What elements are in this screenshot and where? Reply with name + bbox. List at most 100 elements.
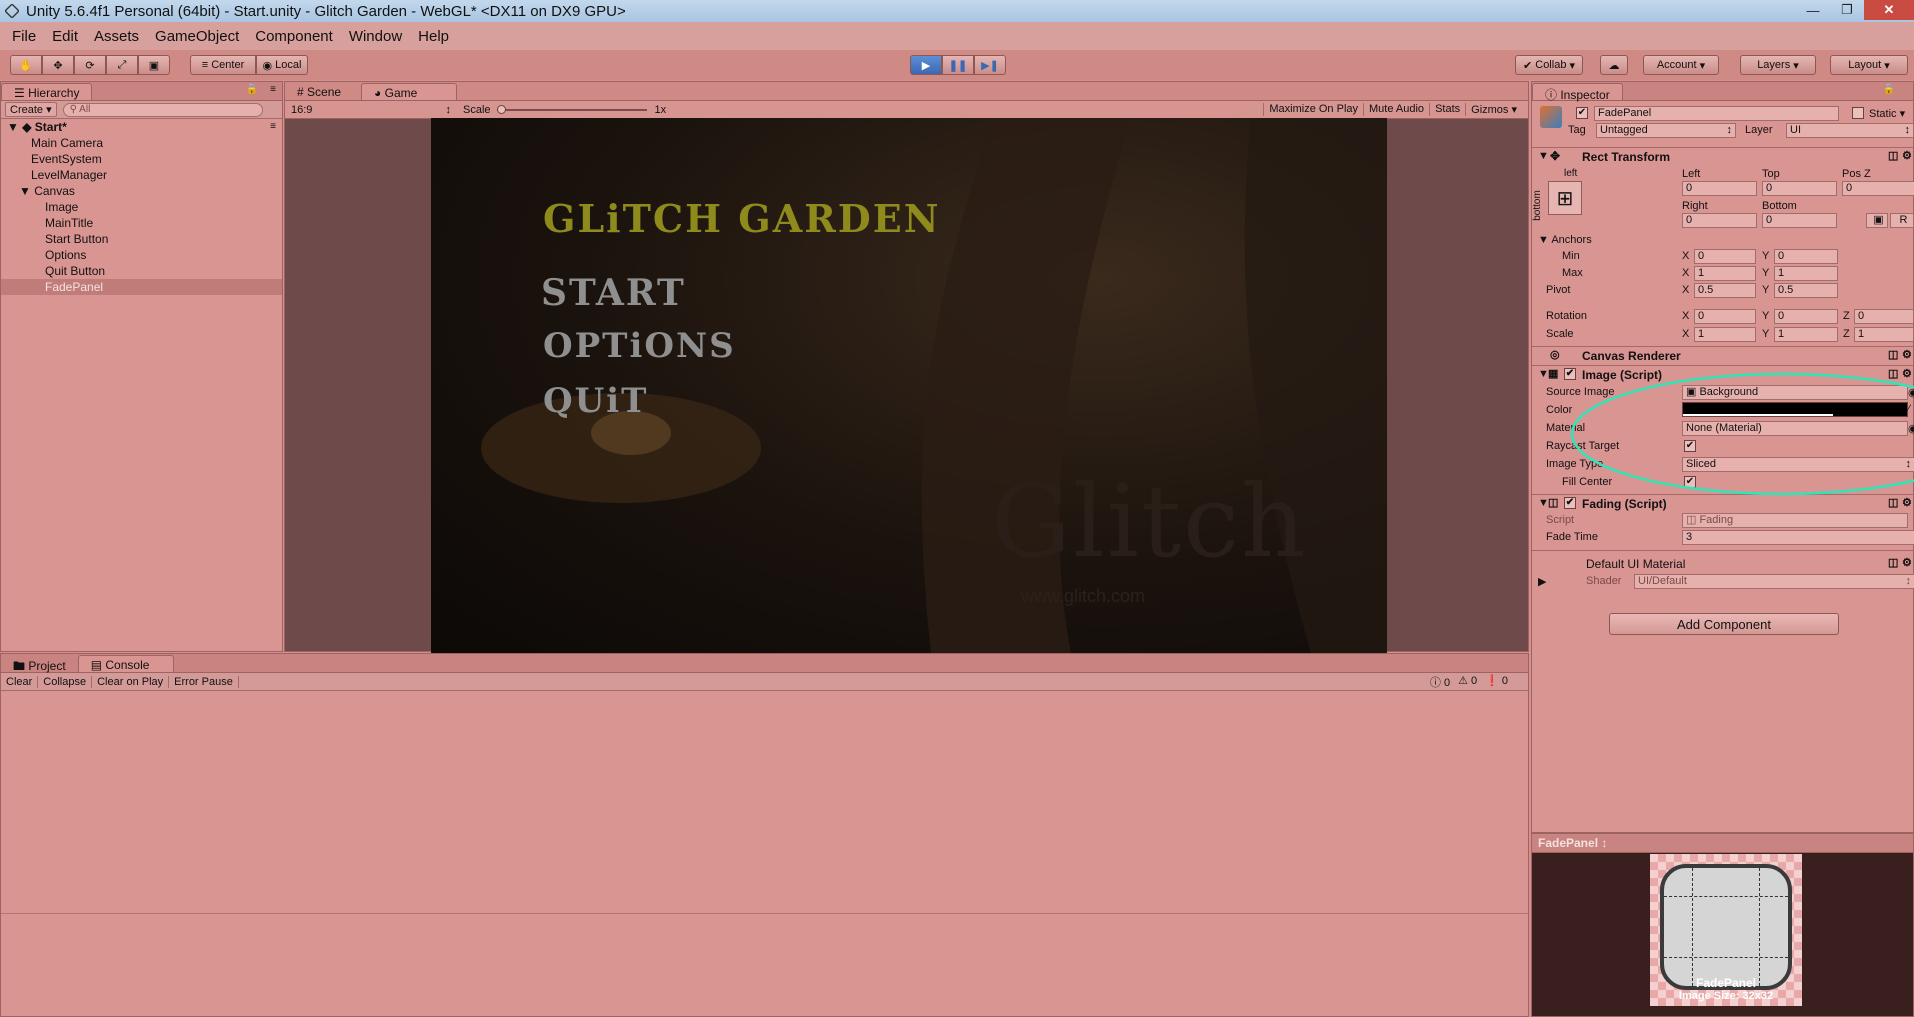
menu-assets[interactable]: Assets	[94, 28, 139, 45]
scene-menu-icon[interactable]: ≡	[270, 119, 276, 135]
layout-dropdown[interactable]: Layout ▾	[1830, 55, 1908, 75]
aspect-dropdown[interactable]: 16:9 ↕	[291, 104, 451, 116]
rotation-x-field[interactable]: 0	[1694, 309, 1756, 324]
scale-slider-thumb[interactable]	[496, 104, 506, 114]
collapse-toggle[interactable]: Collapse	[38, 675, 93, 688]
menu-gameobject[interactable]: GameObject	[155, 28, 239, 45]
blueprint-mode-icon[interactable]: ▣	[1866, 213, 1888, 228]
gameobject-name-field[interactable]: FadePanel	[1594, 106, 1839, 121]
hierarchy-item-eventsystem[interactable]: EventSystem	[1, 151, 282, 167]
info-count-toggle[interactable]: ⓘ 0	[1430, 674, 1450, 690]
scale-y-field[interactable]: 1	[1774, 327, 1838, 342]
add-component-button[interactable]: Add Component	[1609, 613, 1839, 635]
error-count-toggle[interactable]: ❗ 0	[1485, 674, 1508, 690]
tab-scene[interactable]: # Scene	[285, 83, 353, 100]
anchor-max-y-field[interactable]: 1	[1774, 266, 1838, 281]
play-icon[interactable]: ▶	[910, 55, 942, 75]
canvas-renderer-help-icon[interactable]: ◫	[1888, 348, 1898, 361]
right-field[interactable]: 0	[1682, 213, 1757, 228]
preview-title[interactable]: FadePanel ↕	[1532, 834, 1613, 852]
scale-x-field[interactable]: 1	[1694, 327, 1756, 342]
hierarchy-item-start-button[interactable]: Start Button	[1, 231, 282, 247]
pivot-center-button[interactable]: ≡ Center	[190, 55, 256, 75]
rotation-z-field[interactable]: 0	[1854, 309, 1914, 324]
left-field[interactable]: 0	[1682, 181, 1757, 196]
tag-dropdown[interactable]: Untagged ↕	[1596, 123, 1736, 138]
scene-root[interactable]: ▼ ◆ Start* ≡	[1, 119, 282, 135]
rotate-tool-icon[interactable]: ⟳	[74, 55, 106, 75]
top-field[interactable]: 0	[1762, 181, 1837, 196]
gameobject-active-checkbox[interactable]: ✔	[1576, 107, 1588, 119]
move-tool-icon[interactable]: ✥	[42, 55, 74, 75]
lock-icon[interactable]: 🔒	[246, 84, 258, 95]
tab-hierarchy[interactable]: ☰ Hierarchy	[1, 83, 93, 100]
maximize-on-play-toggle[interactable]: Maximize On Play	[1263, 103, 1363, 116]
minimize-icon[interactable]: —	[1796, 0, 1830, 20]
layer-dropdown[interactable]: UI ↕	[1786, 123, 1914, 138]
hierarchy-item-options[interactable]: Options	[1, 247, 282, 263]
collab-button[interactable]: ✔ Collab ▾	[1515, 55, 1583, 75]
tab-project[interactable]: 🖿 Project	[1, 655, 78, 673]
menu-component[interactable]: Component	[255, 28, 333, 45]
hierarchy-item-maintitle[interactable]: MainTitle	[1, 215, 282, 231]
mute-audio-toggle[interactable]: Mute Audio	[1363, 103, 1429, 116]
hierarchy-item-levelmanager[interactable]: LevelManager	[1, 167, 282, 183]
hierarchy-item-fadepanel[interactable]: FadePanel	[1, 279, 282, 295]
account-dropdown[interactable]: Account ▾	[1643, 55, 1719, 75]
game-quit-button[interactable]: QUiT	[543, 381, 648, 421]
pivot-y-field[interactable]: 0.5	[1774, 283, 1838, 298]
game-options-button[interactable]: OPTiONS	[543, 326, 736, 366]
hierarchy-item-image[interactable]: Image	[1, 199, 282, 215]
static-checkbox[interactable]	[1852, 107, 1864, 119]
game-render-area[interactable]: GLiTCH GARDEN START OPTiONS QUiT Glitch …	[431, 118, 1387, 653]
shader-dropdown[interactable]: UI/Default ↕	[1634, 574, 1914, 589]
material-gear-icon[interactable]: ⚙	[1902, 556, 1912, 569]
canvas-renderer-gear-icon[interactable]: ⚙	[1902, 348, 1912, 361]
create-dropdown[interactable]: Create ▾	[5, 102, 57, 117]
tab-game[interactable]: ◕ Game	[361, 83, 458, 100]
gizmos-dropdown[interactable]: Gizmos ▾	[1465, 103, 1522, 116]
step-icon[interactable]: ▶❚	[974, 55, 1006, 75]
anchor-presets-icon[interactable]: ⊞	[1548, 181, 1582, 215]
layers-dropdown[interactable]: Layers ▾	[1740, 55, 1816, 75]
pivot-x-field[interactable]: 0.5	[1694, 283, 1756, 298]
scale-slider[interactable]	[496, 104, 647, 114]
anchor-min-x-field[interactable]: 0	[1694, 249, 1756, 264]
cloud-icon[interactable]: ☁	[1600, 55, 1628, 75]
component-gear-icon[interactable]: ⚙	[1902, 149, 1912, 162]
hierarchy-item-quit-button[interactable]: Quit Button	[1, 263, 282, 279]
clear-on-play-toggle[interactable]: Clear on Play	[92, 675, 170, 688]
pause-icon[interactable]: ❚❚	[942, 55, 974, 75]
anchor-max-x-field[interactable]: 1	[1694, 266, 1756, 281]
stats-toggle[interactable]: Stats	[1429, 103, 1465, 116]
raw-edit-button[interactable]: R	[1890, 213, 1914, 228]
tab-console[interactable]: ▤ Console	[77, 655, 174, 672]
bottom-field[interactable]: 0	[1762, 213, 1837, 228]
posz-field[interactable]: 0	[1842, 181, 1914, 196]
game-start-button[interactable]: START	[541, 272, 686, 314]
error-pause-toggle[interactable]: Error Pause	[169, 675, 239, 688]
material-help-icon[interactable]: ◫	[1888, 556, 1898, 569]
hierarchy-search-input[interactable]: ⚲ All	[62, 102, 263, 117]
menu-edit[interactable]: Edit	[52, 28, 78, 45]
tab-inspector[interactable]: ⓘ Inspector	[1532, 83, 1623, 102]
menu-help[interactable]: Help	[418, 28, 449, 45]
hand-tool-icon[interactable]: ✋	[10, 55, 42, 75]
anchor-min-y-field[interactable]: 0	[1774, 249, 1838, 264]
warning-count-toggle[interactable]: ⚠ 0	[1458, 674, 1477, 690]
restore-icon[interactable]: ❐	[1830, 0, 1864, 20]
anchors-foldout[interactable]: ▼ Anchors	[1538, 234, 1592, 246]
close-icon[interactable]: ✕	[1864, 0, 1914, 20]
inspector-lock-icon[interactable]: 🔒	[1883, 84, 1895, 95]
rect-transform-header[interactable]: ▼ ✥ Rect Transform ◫ ⚙	[1532, 147, 1914, 165]
shader-foldout-icon[interactable]: ▶	[1538, 575, 1546, 588]
clear-button[interactable]: Clear	[1, 675, 39, 688]
hierarchy-item-canvas[interactable]: ▼ Canvas	[1, 183, 282, 199]
rect-tool-icon[interactable]: ▣	[138, 55, 170, 75]
menu-window[interactable]: Window	[349, 28, 402, 45]
scale-z-field[interactable]: 1	[1854, 327, 1914, 342]
scale-tool-icon[interactable]: ⤢	[106, 55, 138, 75]
hierarchy-item-main-camera[interactable]: Main Camera	[1, 135, 282, 151]
panel-menu-icon[interactable]: ≡	[270, 84, 276, 95]
pivot-local-button[interactable]: ◉ Local	[256, 55, 308, 75]
